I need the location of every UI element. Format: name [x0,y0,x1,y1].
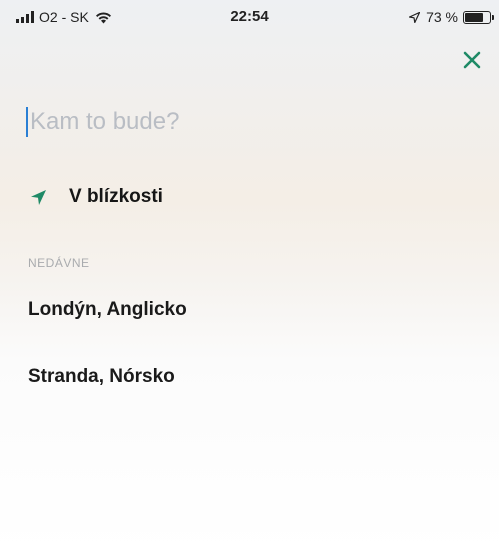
recent-section-header: NEDÁVNE [28,256,90,270]
location-services-icon [409,11,421,23]
status-right: 73 % [409,9,494,25]
nearby-option[interactable]: V blízkosti [30,183,163,211]
search-input[interactable] [30,108,430,136]
battery-icon [463,10,494,24]
close-button[interactable] [458,46,486,74]
battery-percent: 73 % [426,9,458,25]
battery-tip [492,14,494,20]
text-cursor [26,107,28,137]
battery-level [465,12,483,22]
location-arrow-icon [30,189,47,206]
search-field[interactable] [26,102,466,142]
close-icon [463,51,481,69]
status-bar: O2 - SK 22:54 73 % [0,0,499,34]
recent-item[interactable]: Londýn, Anglicko [28,297,187,323]
recent-item[interactable]: Stranda, Nórsko [28,364,175,390]
nearby-label: V blízkosti [69,186,163,207]
